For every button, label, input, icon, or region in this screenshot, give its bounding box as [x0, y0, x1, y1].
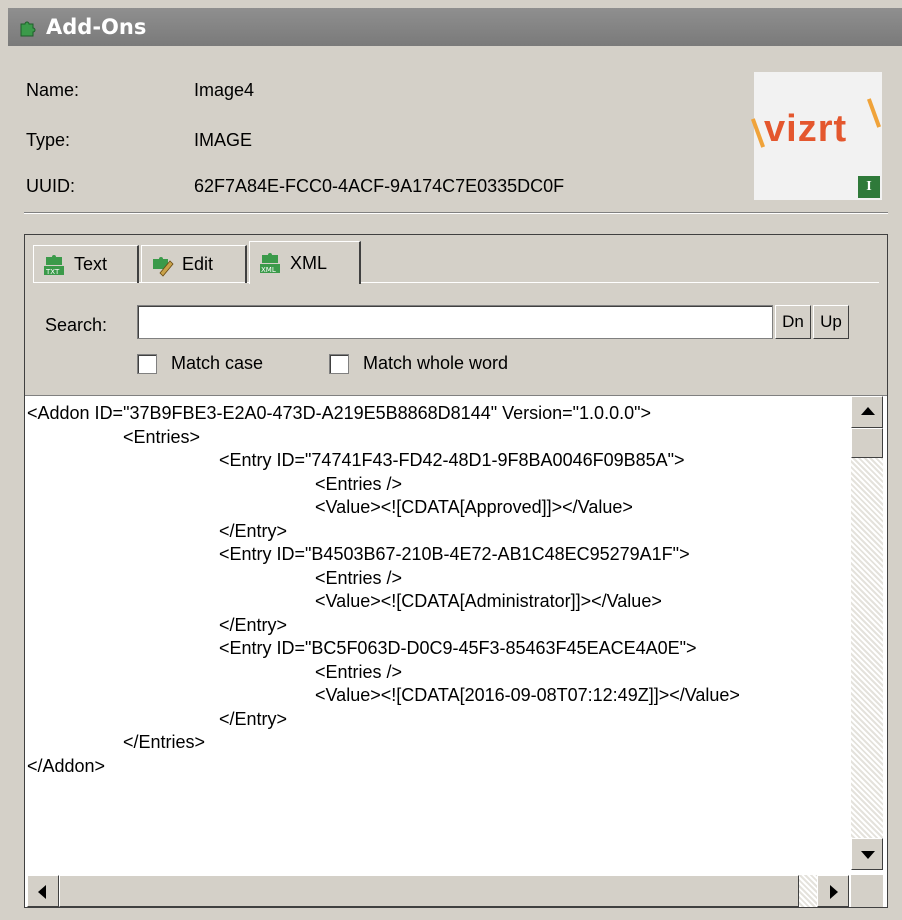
- xml-line: <Value><![CDATA[2016-09-08T07:12:49Z]]><…: [27, 685, 740, 705]
- xml-content[interactable]: <Addon ID="37B9FBE3-E2A0-473D-A219E5B886…: [27, 402, 847, 872]
- uuid-value: 62F7A84E-FCC0-4ACF-9A174C7E0335DC0F: [194, 176, 565, 196]
- tab-text-label: Text: [74, 254, 108, 274]
- arrow-right-icon: [830, 885, 838, 899]
- edit-icon: [153, 256, 174, 277]
- vertical-scroll-thumb[interactable]: [851, 428, 883, 458]
- arrow-left-icon: [38, 885, 46, 899]
- logo-text: vizrt: [764, 108, 848, 150]
- type-label: Type:: [26, 130, 71, 150]
- scroll-right-button[interactable]: [817, 875, 849, 907]
- info-icon[interactable]: I: [858, 176, 880, 198]
- logo-left-bracket: [750, 118, 766, 148]
- tab-text[interactable]: TXT Text: [33, 245, 139, 283]
- search-down-button[interactable]: Dn: [775, 305, 811, 339]
- separator: [24, 212, 888, 214]
- scrollbar-corner: [851, 875, 883, 907]
- xml-icon: XML: [260, 253, 280, 274]
- logo-right-bracket: [866, 98, 882, 128]
- search-up-button[interactable]: Up: [813, 305, 849, 339]
- xml-line: <Value><![CDATA[Administrator]]></Value>: [27, 591, 662, 611]
- scroll-up-button[interactable]: [851, 396, 883, 428]
- tab-edit-label: Edit: [182, 254, 214, 274]
- xml-line: <Entries />: [27, 567, 403, 588]
- match-case-label: Match case: [171, 353, 264, 373]
- xml-viewer[interactable]: <Addon ID="37B9FBE3-E2A0-473D-A219E5B886…: [25, 395, 887, 907]
- xml-line: <Addon ID="37B9FBE3-E2A0-473D-A219E5B886…: [27, 403, 651, 423]
- search-input[interactable]: [137, 305, 773, 339]
- uuid-label: UUID:: [26, 176, 75, 196]
- window-title: Add-Ons: [46, 15, 147, 39]
- xml-line: <Entries>: [27, 426, 201, 447]
- match-case-checkbox[interactable]: [137, 353, 157, 374]
- xml-line: <Entry ID="B4503B67-210B-4E72-AB1C48EC95…: [27, 544, 690, 564]
- xml-line: </Entry>: [27, 614, 288, 635]
- xml-line: <Value><![CDATA[Approved]]></Value>: [27, 497, 633, 517]
- horizontal-scroll-thumb[interactable]: [59, 875, 799, 907]
- addon-panel: TXT Text Edit XML XML Search: Dn Up Matc…: [24, 234, 888, 908]
- tab-xml-label: XML: [290, 252, 328, 273]
- arrow-up-icon: [861, 407, 875, 415]
- xml-line: </Entries>: [27, 732, 206, 752]
- match-whole-word-label: Match whole word: [363, 353, 509, 373]
- vertical-scrollbar[interactable]: [851, 396, 883, 870]
- txt-icon: TXT: [44, 254, 64, 276]
- xml-line: <Entries />: [27, 661, 403, 682]
- match-whole-word-checkbox[interactable]: [329, 353, 349, 374]
- svg-text:XML: XML: [261, 266, 276, 274]
- name-label: Name:: [26, 80, 80, 100]
- xml-line: <Entry ID="BC5F063D-D0C9-45F3-85463F45EA…: [27, 638, 697, 658]
- match-whole-word-option[interactable]: Match whole word: [329, 353, 508, 374]
- arrow-down-icon: [861, 851, 875, 859]
- title-bar: Add-Ons: [8, 8, 902, 46]
- scroll-down-button[interactable]: [851, 838, 883, 870]
- xml-line: </Addon>: [27, 755, 106, 776]
- svg-text:TXT: TXT: [45, 268, 60, 276]
- search-label: Search:: [45, 315, 108, 335]
- tab-edit[interactable]: Edit: [141, 245, 247, 283]
- xml-line: <Entry ID="74741F43-FD42-48D1-9F8BA0046F…: [27, 450, 685, 470]
- scroll-left-button[interactable]: [27, 875, 59, 907]
- addon-logo: vizrt I: [750, 72, 882, 200]
- type-value: IMAGE: [194, 130, 253, 150]
- tab-strip: TXT Text Edit XML XML: [33, 239, 879, 284]
- tab-xml[interactable]: XML XML: [249, 241, 361, 284]
- xml-line: </Entry>: [27, 520, 288, 541]
- match-case-option[interactable]: Match case: [137, 353, 263, 374]
- name-value: Image4: [194, 80, 255, 100]
- xml-line: </Entry>: [27, 708, 288, 729]
- puzzle-addon-icon: [20, 21, 36, 37]
- xml-line: <Entries />: [27, 473, 403, 494]
- horizontal-scrollbar[interactable]: [27, 875, 849, 907]
